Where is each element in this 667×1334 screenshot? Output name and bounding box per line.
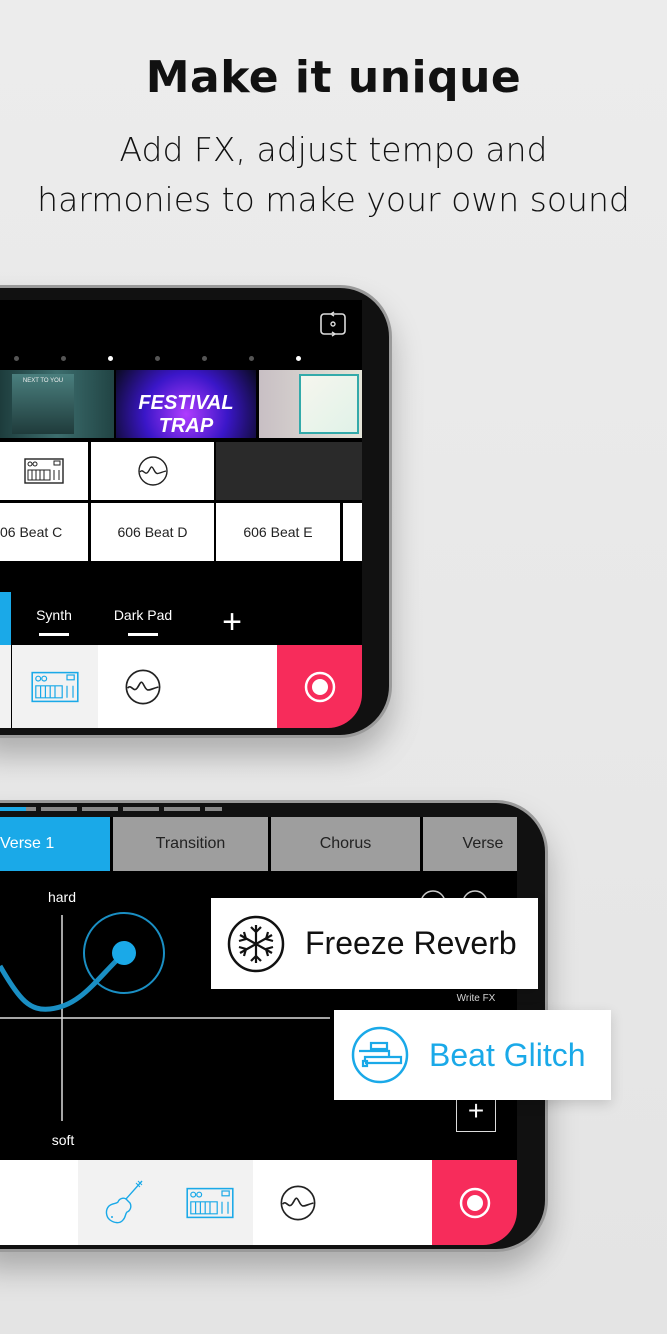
- beat-glitch-icon: [351, 1026, 409, 1084]
- instrument-synth-cell[interactable]: [0, 442, 88, 500]
- tab-dark-pad[interactable]: Dark Pad: [103, 607, 183, 636]
- bar-cell[interactable]: [0, 645, 11, 728]
- beat-label: 606 Beat D: [117, 524, 188, 540]
- synth-icon: [185, 1187, 234, 1218]
- switch-camera-icon[interactable]: [319, 311, 347, 337]
- phone-screen-1: NEXT TO YOU FESTIVAL TRAP 06 Beat C 606 …: [0, 300, 362, 728]
- section-label: Verse: [462, 835, 504, 852]
- tab-synth[interactable]: Synth: [24, 607, 84, 636]
- bar-cell[interactable]: [0, 1160, 78, 1245]
- synth-button[interactable]: [166, 1160, 253, 1245]
- instrument-wave-cell[interactable]: [91, 442, 214, 500]
- beat-cell-partial[interactable]: [343, 503, 362, 561]
- synth-button[interactable]: [12, 645, 98, 728]
- empty-cell: [216, 442, 362, 500]
- waveform-icon: [137, 456, 168, 486]
- subtitle-line-2: harmonies to make your own sound: [37, 180, 630, 219]
- waveform-icon: [280, 1185, 316, 1220]
- beat-label: 06 Beat C: [0, 524, 63, 540]
- record-button[interactable]: [277, 645, 362, 728]
- waveform-button[interactable]: [253, 1160, 343, 1245]
- beat-e-cell[interactable]: 606 Beat E: [216, 503, 340, 561]
- record-button[interactable]: [432, 1160, 517, 1245]
- pager-dot[interactable]: [249, 356, 254, 361]
- synth-icon: [24, 458, 64, 484]
- tab-active-partial[interactable]: [0, 592, 11, 645]
- record-icon: [459, 1187, 490, 1218]
- synth-icon: [31, 671, 79, 702]
- section-label: Transition: [155, 835, 226, 852]
- section-progress: [0, 807, 222, 811]
- subtitle-line-1: Add FX, adjust tempo and: [119, 130, 548, 169]
- page-title: Make it unique: [145, 52, 522, 103]
- write-fx-label: Write FX: [456, 993, 496, 1004]
- pager-dot-active[interactable]: [296, 356, 301, 361]
- empty-button[interactable]: [343, 1160, 432, 1245]
- snowflake-icon: [227, 915, 285, 972]
- section-label: Verse 1: [0, 835, 55, 852]
- pager-dot[interactable]: [61, 356, 66, 361]
- beat-glitch-callout[interactable]: Beat Glitch: [334, 1010, 611, 1100]
- beat-c-cell[interactable]: 06 Beat C: [0, 503, 88, 561]
- beat-glitch-label: Beat Glitch: [429, 1036, 586, 1073]
- pager-dot[interactable]: [155, 356, 160, 361]
- beat-d-cell[interactable]: 606 Beat D: [91, 503, 214, 561]
- record-icon: [304, 671, 335, 702]
- waveform-icon: [125, 669, 161, 704]
- empty-button[interactable]: [188, 645, 277, 728]
- freeze-reverb-callout[interactable]: Freeze Reverb: [211, 898, 538, 989]
- guitar-icon: [105, 1180, 143, 1223]
- freeze-reverb-label: Freeze Reverb: [305, 925, 517, 961]
- section-chorus[interactable]: Chorus: [271, 817, 420, 871]
- album-pastel[interactable]: [259, 370, 362, 438]
- tab-label: Dark Pad: [113, 607, 173, 623]
- pager-dot[interactable]: [14, 356, 19, 361]
- beat-label: 606 Beat E: [243, 524, 313, 540]
- album-festival-trap[interactable]: FESTIVAL TRAP: [116, 370, 256, 438]
- add-tab-button[interactable]: +: [212, 603, 252, 642]
- section-label: Chorus: [319, 835, 372, 852]
- album-next-to-you[interactable]: NEXT TO YOU: [0, 370, 114, 438]
- section-verse[interactable]: Verse: [423, 817, 517, 871]
- guitar-button[interactable]: [78, 1160, 166, 1245]
- section-transition[interactable]: Transition: [113, 817, 268, 871]
- tab-label: Synth: [36, 607, 72, 623]
- pager-dot-active[interactable]: [108, 356, 113, 361]
- waveform-button[interactable]: [98, 645, 188, 728]
- pager-dot[interactable]: [202, 356, 207, 361]
- section-verse-1[interactable]: Verse 1: [0, 817, 110, 871]
- pad-handle: [112, 941, 136, 965]
